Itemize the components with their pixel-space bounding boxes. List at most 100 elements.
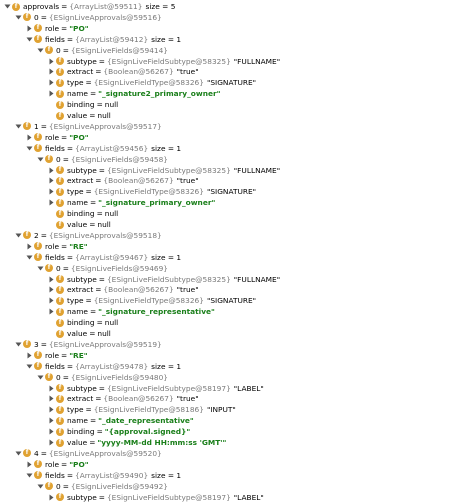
tree-row-12[interactable]: f role = "PO" — [0, 132, 474, 143]
field-icon: f — [56, 78, 64, 87]
tree-row-13[interactable]: f fields = {ArrayList@59456} size = 1 — [0, 143, 474, 154]
chevron-right-icon[interactable] — [47, 88, 55, 99]
tree-row-30[interactable]: f value = null — [0, 328, 474, 339]
field-icon: f — [56, 493, 64, 501]
tree-row-8[interactable]: f name = "_signature2_primary_owner" — [0, 88, 474, 99]
chevron-down-icon[interactable] — [14, 121, 22, 132]
tree-row-33[interactable]: f fields = {ArrayList@59478} size = 1 — [0, 361, 474, 372]
tree-row-21[interactable]: f 2 = {ESignLiveApprovals@59518} — [0, 230, 474, 241]
chevron-right-icon[interactable] — [47, 186, 55, 197]
tree-row-0[interactable]: f approvals = {ArrayList@59511} size = 5 — [0, 1, 474, 12]
chevron-down-icon[interactable] — [25, 34, 33, 45]
chevron-down-icon[interactable] — [25, 143, 33, 154]
tree-row-10[interactable]: f value = null — [0, 110, 474, 121]
tree-row-41[interactable]: f 4 = {ESignLiveApprovals@59520} — [0, 448, 474, 459]
chevron-right-icon[interactable] — [47, 284, 55, 295]
variable-value: "true" — [176, 67, 199, 77]
chevron-down-icon[interactable] — [14, 339, 22, 350]
tree-row-35[interactable]: f subtype = {ESignLiveFieldSubtype@58197… — [0, 383, 474, 394]
tree-row-38[interactable]: f name = "_date_representative" — [0, 415, 474, 426]
chevron-right-icon[interactable] — [25, 132, 33, 143]
tree-row-20[interactable]: f value = null — [0, 219, 474, 230]
tree-row-26[interactable]: f extract = {Boolean@56267} "true" — [0, 284, 474, 295]
chevron-right-icon[interactable] — [25, 459, 33, 470]
chevron-down-icon[interactable] — [36, 263, 44, 274]
chevron-right-icon[interactable] — [47, 437, 55, 448]
tree-row-43[interactable]: f fields = {ArrayList@59490} size = 1 — [0, 470, 474, 481]
tree-row-44[interactable]: f 0 = {ESignLiveFields@59492} — [0, 481, 474, 492]
tree-row-1[interactable]: f 0 = {ESignLiveApprovals@59516} — [0, 12, 474, 23]
equals-sign: = — [40, 121, 47, 131]
tree-row-45[interactable]: f subtype = {ESignLiveFieldSubtype@58197… — [0, 492, 474, 502]
tree-row-19[interactable]: f binding = null — [0, 208, 474, 219]
variable-type: {ESignLiveFieldType@58186} — [93, 405, 204, 415]
field-icon: f — [34, 471, 42, 480]
tree-row-27[interactable]: f type = {ESignLiveFieldType@58326} "SIG… — [0, 295, 474, 306]
tree-row-2[interactable]: f role = "PO" — [0, 23, 474, 34]
tree-row-15[interactable]: f subtype = {ESignLiveFieldSubtype@58325… — [0, 165, 474, 176]
tree-row-5[interactable]: f subtype = {ESignLiveFieldSubtype@58325… — [0, 56, 474, 67]
tree-row-6[interactable]: f extract = {Boolean@56267} "true" — [0, 66, 474, 77]
chevron-down-icon[interactable] — [25, 470, 33, 481]
tree-row-3[interactable]: f fields = {ArrayList@59412} size = 1 — [0, 34, 474, 45]
tree-row-29[interactable]: f binding = null — [0, 317, 474, 328]
chevron-right-icon[interactable] — [47, 295, 55, 306]
chevron-right-icon[interactable] — [47, 274, 55, 285]
chevron-right-icon[interactable] — [47, 404, 55, 415]
tree-row-11[interactable]: f 1 = {ESignLiveApprovals@59517} — [0, 121, 474, 132]
tree-row-9[interactable]: f binding = null — [0, 99, 474, 110]
chevron-down-icon[interactable] — [25, 252, 33, 263]
variable-value: null — [104, 209, 119, 219]
chevron-down-icon[interactable] — [25, 361, 33, 372]
chevron-right-icon[interactable] — [47, 175, 55, 186]
chevron-down-icon[interactable] — [14, 230, 22, 241]
tree-row-32[interactable]: f role = "RE" — [0, 350, 474, 361]
equals-sign: = — [66, 252, 74, 262]
chevron-right-icon[interactable] — [47, 492, 55, 502]
tree-row-22[interactable]: f role = "RE" — [0, 241, 474, 252]
chevron-right-icon[interactable] — [47, 56, 55, 67]
tree-row-17[interactable]: f type = {ESignLiveFieldType@58326} "SIG… — [0, 186, 474, 197]
tree-row-24[interactable]: f 0 = {ESignLiveFields@59469} — [0, 263, 474, 274]
chevron-right-icon[interactable] — [25, 350, 33, 361]
chevron-right-icon[interactable] — [47, 66, 55, 77]
tree-row-14[interactable]: f 0 = {ESignLiveFields@59458} — [0, 154, 474, 165]
chevron-right-icon[interactable] — [47, 165, 55, 176]
tree-row-40[interactable]: f value = "yyyy-MM-dd HH:mm:ss 'GMT'" — [0, 437, 474, 448]
chevron-right-icon[interactable] — [47, 415, 55, 426]
tree-row-28[interactable]: f name = "_signature_representative" — [0, 306, 474, 317]
tree-row-37[interactable]: f type = {ESignLiveFieldType@58186} "INP… — [0, 404, 474, 415]
chevron-right-icon[interactable] — [47, 77, 55, 88]
chevron-right-icon[interactable] — [47, 393, 55, 404]
chevron-down-icon[interactable] — [36, 372, 44, 383]
tree-row-23[interactable]: f fields = {ArrayList@59467} size = 1 — [0, 252, 474, 263]
chevron-right-icon[interactable] — [47, 426, 55, 437]
chevron-down-icon[interactable] — [14, 448, 22, 459]
chevron-right-icon[interactable] — [25, 23, 33, 34]
chevron-down-icon[interactable] — [3, 1, 11, 12]
tree-row-25[interactable]: f subtype = {ESignLiveFieldSubtype@58325… — [0, 274, 474, 285]
chevron-down-icon[interactable] — [36, 45, 44, 56]
equals-sign: = — [62, 481, 69, 491]
variable-type: {ArrayList@59490} — [75, 470, 149, 480]
tree-row-39[interactable]: f binding = "{approval.signed}" — [0, 426, 474, 437]
chevron-right-icon[interactable] — [47, 306, 55, 317]
tree-row-4[interactable]: f 0 = {ESignLiveFields@59414} — [0, 45, 474, 56]
tree-row-16[interactable]: f extract = {Boolean@56267} "true" — [0, 175, 474, 186]
tree-row-34[interactable]: f 0 = {ESignLiveFields@59480} — [0, 372, 474, 383]
variable-name: subtype — [67, 56, 97, 66]
equals-sign: = — [62, 154, 69, 164]
chevron-down-icon[interactable] — [14, 12, 22, 23]
chevron-right-icon[interactable] — [25, 241, 33, 252]
tree-row-42[interactable]: f role = "PO" — [0, 459, 474, 470]
tree-row-36[interactable]: f extract = {Boolean@56267} "true" — [0, 393, 474, 404]
chevron-down-icon[interactable] — [36, 481, 44, 492]
chevron-down-icon[interactable] — [36, 154, 44, 165]
chevron-right-icon[interactable] — [47, 383, 55, 394]
chevron-right-icon[interactable] — [47, 197, 55, 208]
tree-row-31[interactable]: f 3 = {ESignLiveApprovals@59519} — [0, 339, 474, 350]
variable-name: value — [67, 438, 88, 447]
variable-name: fields — [45, 361, 65, 371]
tree-row-18[interactable]: f name = "_signature_primary_owner" — [0, 197, 474, 208]
tree-row-7[interactable]: f type = {ESignLiveFieldType@58326} "SIG… — [0, 77, 474, 88]
